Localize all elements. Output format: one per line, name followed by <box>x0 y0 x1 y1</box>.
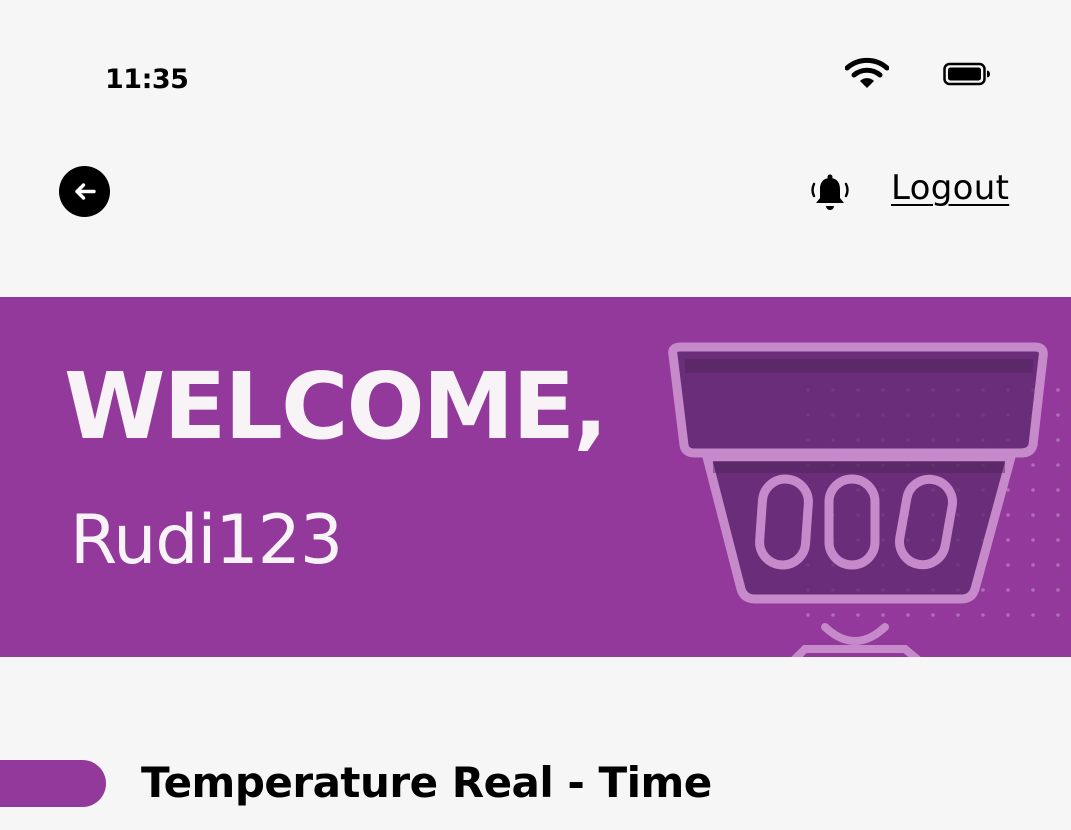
status-time: 11:35 <box>105 64 189 95</box>
app-screen: 11:35 Logout WELCOME, Rudi123 Temperatur… <box>0 0 1071 830</box>
pot-counter-icon <box>668 342 1071 657</box>
section-accent-bar <box>0 760 106 807</box>
arrow-left-icon <box>75 183 96 200</box>
bell-icon[interactable] <box>808 172 852 216</box>
welcome-title: WELCOME, <box>64 353 608 460</box>
battery-icon <box>943 62 990 86</box>
username-label: Rudi123 <box>70 501 343 580</box>
logout-link[interactable]: Logout <box>891 168 1009 208</box>
status-bar: 11:35 <box>0 0 1071 130</box>
welcome-banner: WELCOME, Rudi123 <box>0 297 1071 657</box>
back-button[interactable] <box>59 166 110 217</box>
wifi-icon <box>845 57 889 88</box>
section-title: Temperature Real - Time <box>141 758 712 807</box>
